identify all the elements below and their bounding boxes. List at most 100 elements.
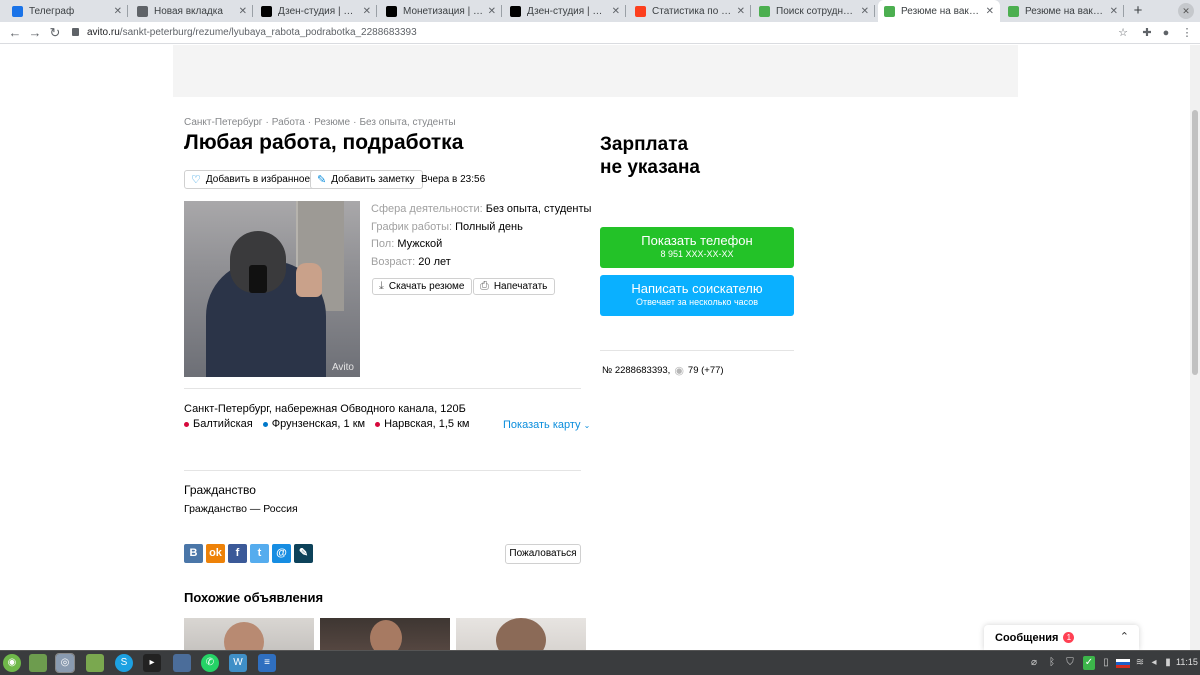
breadcrumb-item[interactable]: Работа: [272, 117, 305, 128]
tab-favicon-icon: [635, 5, 646, 17]
tab-title: Новая вкладка: [154, 5, 223, 17]
share-twitter-icon[interactable]: t: [250, 544, 269, 563]
new-tab-button[interactable]: +: [1130, 2, 1146, 20]
resume-properties: Сфера деятельности: Без опыта, студенты …: [371, 201, 591, 271]
add-note-button[interactable]: ✎ Добавить заметку: [310, 170, 423, 189]
url-path: /sankt-peterburg/rezume/lyubaya_rabota_p…: [119, 27, 417, 38]
browser-toolbar: ← → ↻ avito.ru/sankt-peterburg/rezume/ly…: [0, 22, 1200, 44]
show-phone-button[interactable]: Показать телефон 8 951 XXX-XX-XX: [600, 227, 794, 268]
browser-tab[interactable]: Новая вкладка ✕: [131, 0, 253, 22]
share-livejournal-icon[interactable]: ✎: [294, 544, 313, 563]
download-icon: ⤓: [379, 280, 384, 292]
similar-listing-thumbnail[interactable]: [184, 618, 314, 650]
messages-widget[interactable]: Сообщения 1 ⌃: [984, 625, 1139, 650]
reload-icon[interactable]: ↻: [46, 24, 64, 42]
close-window-icon[interactable]: ✕: [1178, 3, 1194, 19]
similar-listing-thumbnail[interactable]: [456, 618, 586, 650]
chevron-up-icon[interactable]: ⌃: [1120, 630, 1129, 643]
messages-count-badge: 1: [1063, 632, 1075, 643]
write-message-button[interactable]: Написать соискателю Отвечает за нескольк…: [600, 275, 794, 316]
wifi-icon[interactable]: ≋: [1134, 656, 1146, 670]
property-row: Сфера деятельности: Без опыта, студенты: [371, 203, 592, 215]
scrollbar-thumb[interactable]: [1192, 110, 1198, 375]
close-tab-icon[interactable]: ✕: [239, 6, 247, 17]
close-tab-icon[interactable]: ✕: [114, 6, 122, 17]
bluetooth-icon[interactable]: ᛒ: [1046, 656, 1058, 670]
tab-favicon-icon: [1008, 5, 1019, 17]
close-tab-icon[interactable]: ✕: [986, 6, 994, 17]
download-resume-label: Скачать резюме: [388, 281, 465, 292]
browser-tab[interactable]: Поиск сотрудников в ✕: [753, 0, 875, 22]
download-resume-button[interactable]: ⤓ Скачать резюме: [372, 278, 473, 295]
browser-tab[interactable]: Резюме на вакансию ✕: [1002, 0, 1124, 22]
tab-separator: [750, 5, 751, 17]
terminal-icon[interactable]: ▸: [143, 654, 161, 672]
bookmark-star-icon[interactable]: ☆: [1116, 26, 1130, 40]
image-viewer-icon[interactable]: [173, 654, 191, 672]
extensions-icon[interactable]: ✚: [1140, 26, 1154, 40]
close-tab-icon[interactable]: ✕: [737, 6, 745, 17]
close-tab-icon[interactable]: ✕: [861, 6, 869, 17]
browser-tab[interactable]: Статистика по доходу ✕: [629, 0, 751, 22]
breadcrumb-item[interactable]: Резюме: [314, 117, 350, 128]
share-ok-icon[interactable]: ok: [206, 544, 225, 563]
shield-icon[interactable]: ⛉: [1064, 656, 1076, 670]
similar-heading: Похожие объявления: [184, 590, 324, 605]
phone-number-masked: 8 951 XXX-XX-XX: [660, 249, 734, 259]
profile-icon[interactable]: ●: [1159, 26, 1173, 40]
divider: [184, 470, 581, 471]
browser-tab[interactable]: Дзен-студия | Работа, ✕: [504, 0, 626, 22]
close-tab-icon[interactable]: ✕: [488, 6, 496, 17]
show-map-link[interactable]: Показать карту ⌄: [503, 419, 590, 431]
complain-button[interactable]: Пожаловаться: [505, 544, 581, 564]
share-mail-icon[interactable]: @: [272, 544, 291, 563]
tab-separator: [127, 5, 128, 17]
print-label: Напечатать: [493, 281, 548, 292]
share-facebook-icon[interactable]: f: [228, 544, 247, 563]
skype-icon[interactable]: S: [115, 654, 133, 672]
tab-separator: [1123, 5, 1124, 17]
browser-tab[interactable]: Дзен-студия | Мама в ✕: [255, 0, 377, 22]
breadcrumb-item[interactable]: Без опыта, студенты: [359, 117, 455, 128]
browser-tab[interactable]: Телеграф ✕: [6, 0, 128, 22]
similar-listing-thumbnail[interactable]: [320, 618, 450, 650]
response-time: Отвечает за несколько часов: [635, 297, 759, 307]
browser-tab[interactable]: Резюме на вакансию ✕: [878, 0, 1000, 22]
page-title: Любая работа, подработка: [184, 131, 464, 154]
folder-icon[interactable]: [86, 654, 104, 672]
menu-icon[interactable]: ⋮: [1180, 26, 1194, 40]
metro-line-dot: [184, 421, 189, 427]
attachment-icon[interactable]: ⌀: [1028, 656, 1040, 670]
forward-icon[interactable]: →: [26, 24, 44, 42]
chrome-icon[interactable]: ◎: [55, 653, 75, 673]
tab-title: Статистика по доходу: [652, 5, 733, 17]
close-tab-icon[interactable]: ✕: [612, 6, 620, 17]
update-check-icon[interactable]: ✓: [1083, 656, 1095, 670]
resume-photo[interactable]: Avito: [184, 201, 360, 377]
breadcrumb-item[interactable]: Санкт-Петербург: [184, 117, 262, 128]
volume-icon[interactable]: ◂: [1148, 656, 1160, 670]
close-tab-icon[interactable]: ✕: [363, 6, 371, 17]
whatsapp-icon[interactable]: ✆: [201, 654, 219, 672]
clipboard-icon[interactable]: ▯: [1100, 656, 1112, 670]
desktop-icon[interactable]: [29, 654, 47, 672]
keyboard-layout-icon[interactable]: [1116, 659, 1130, 668]
app-w-icon[interactable]: W: [229, 654, 247, 672]
address-bar[interactable]: avito.ru/sankt-peterburg/rezume/lyubaya_…: [72, 25, 417, 41]
close-tab-icon[interactable]: ✕: [1110, 6, 1118, 17]
citizenship-text: Гражданство — Россия: [184, 503, 298, 515]
start-menu-icon[interactable]: ◉: [3, 654, 21, 672]
add-to-favorites-button[interactable]: ♡ Добавить в избранное: [184, 170, 319, 189]
tab-favicon-icon: [261, 5, 272, 17]
share-vk-icon[interactable]: B: [184, 544, 203, 563]
listing-meta: № 2288683393, ◉ 79 (+77): [602, 364, 724, 377]
page-scrollbar[interactable]: [1190, 45, 1200, 650]
tab-title: Телеграф: [29, 5, 75, 17]
page-content: Санкт-Петербург · Работа · Резюме · Без опыта,…: [0, 45, 1190, 650]
text-editor-icon[interactable]: ≡: [258, 654, 276, 672]
battery-icon[interactable]: ▮: [1162, 656, 1174, 670]
print-button[interactable]: ⎙ Напечатать: [473, 278, 556, 295]
eye-icon: ◉: [674, 365, 684, 377]
back-icon[interactable]: ←: [6, 24, 24, 42]
browser-tab[interactable]: Монетизация | Яндек ✕: [380, 0, 502, 22]
